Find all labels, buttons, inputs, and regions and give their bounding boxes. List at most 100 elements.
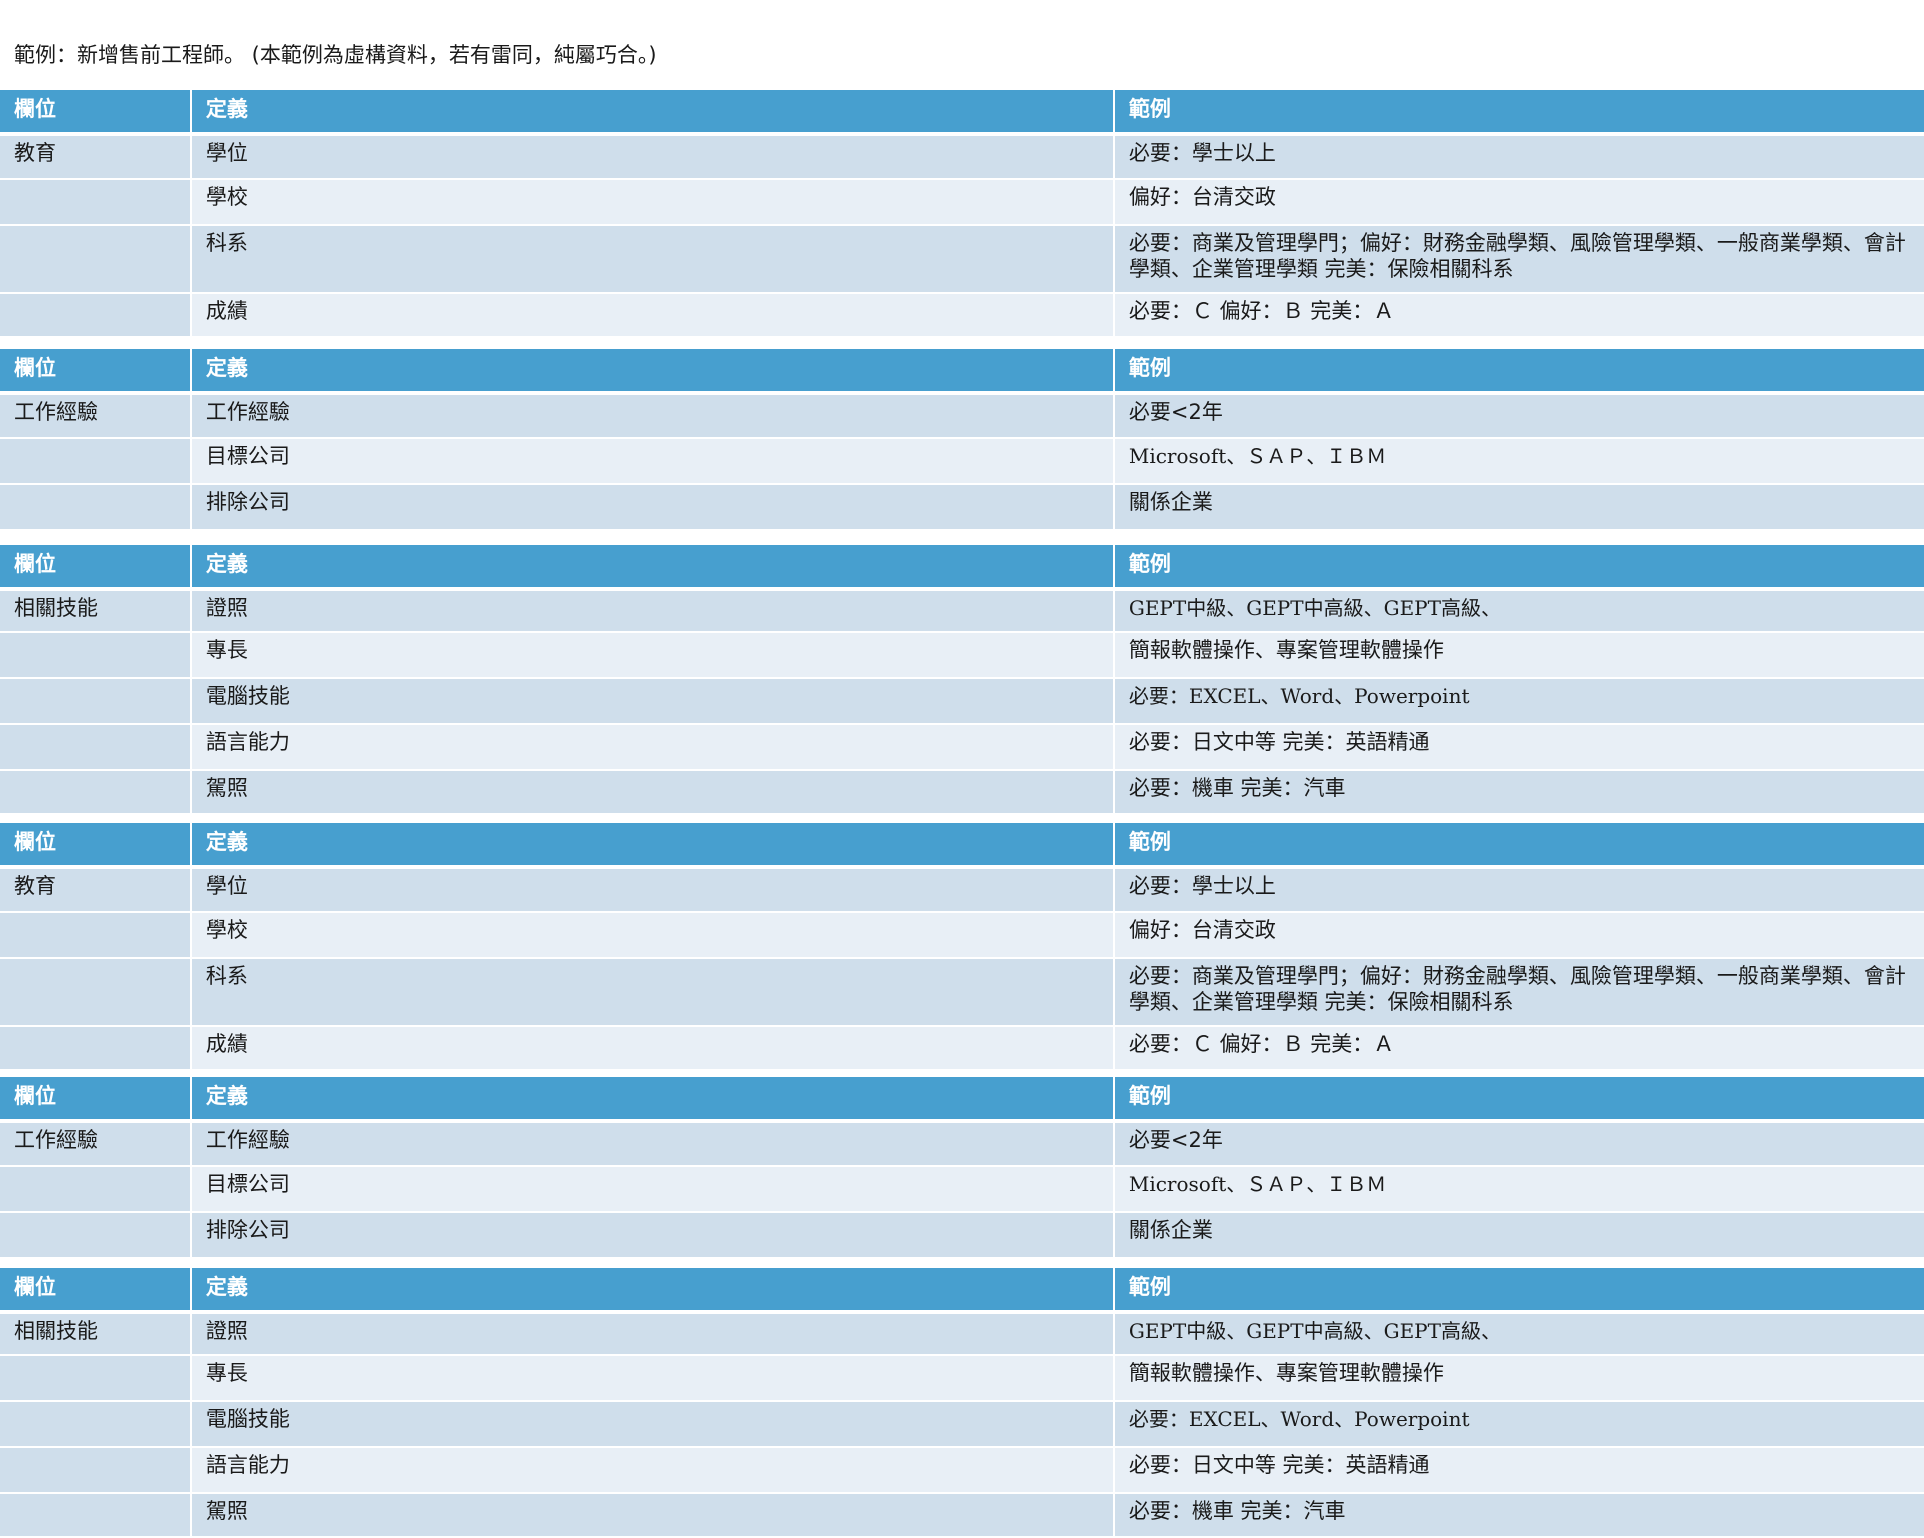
definition-cell: 排除公司	[191, 1213, 1113, 1257]
example-cell: 必要：機車 完美：汽車	[1114, 1494, 1924, 1536]
requirement-table-education-2: 欄位 定義 範例 教育 學位 必要：學士以上 學校 偏好：台清交政 科系 必要：…	[0, 823, 1924, 1071]
example-cell: 關係企業	[1114, 485, 1924, 529]
definition-cell: 科系	[191, 226, 1113, 292]
definition-cell: 電腦技能	[191, 679, 1113, 723]
category-spacer	[0, 1494, 190, 1536]
header-definition: 定義	[191, 545, 1113, 587]
example-cell: 必要：日文中等 完美：英語精通	[1114, 725, 1924, 769]
example-cell: 關係企業	[1114, 1213, 1924, 1257]
table-row: 教育 學位 必要：學士以上	[0, 869, 1924, 911]
example-cell: 偏好：台清交政	[1114, 913, 1924, 957]
header-field: 欄位	[0, 1268, 190, 1310]
example-cell: 必要：EXCEL、Word、Powerpoint	[1114, 1402, 1924, 1446]
category-spacer	[0, 1448, 190, 1492]
header-definition: 定義	[191, 349, 1113, 391]
definition-cell: 科系	[191, 959, 1113, 1025]
header-definition: 定義	[191, 1268, 1113, 1310]
definition-cell: 排除公司	[191, 485, 1113, 529]
table-row: 電腦技能 必要：EXCEL、Word、Powerpoint	[0, 679, 1924, 723]
definition-cell: 學校	[191, 180, 1113, 224]
example-cell: 必要：學士以上	[1114, 136, 1924, 178]
header-definition: 定義	[191, 823, 1113, 865]
header-example: 範例	[1114, 823, 1924, 865]
definition-cell: 學校	[191, 913, 1113, 957]
table-row: 學校 偏好：台清交政	[0, 180, 1924, 224]
table-header-row: 欄位 定義 範例	[0, 1268, 1924, 1310]
category-spacer	[0, 1167, 190, 1211]
table-row: 專長 簡報軟體操作、專案管理軟體操作	[0, 1356, 1924, 1400]
category-spacer	[0, 439, 190, 483]
definition-cell: 專長	[191, 1356, 1113, 1400]
category-label: 工作經驗	[0, 395, 190, 437]
definition-cell: 語言能力	[191, 1448, 1113, 1492]
table-row: 成績 必要：Ｃ 偏好：Ｂ 完美：Ａ	[0, 1027, 1924, 1069]
category-spacer	[0, 180, 190, 224]
header-field: 欄位	[0, 1077, 190, 1119]
header-example: 範例	[1114, 349, 1924, 391]
header-definition: 定義	[191, 90, 1113, 132]
example-cell: 必要：日文中等 完美：英語精通	[1114, 1448, 1924, 1492]
definition-cell: 電腦技能	[191, 1402, 1113, 1446]
table-row: 專長 簡報軟體操作、專案管理軟體操作	[0, 633, 1924, 677]
category-spacer	[0, 771, 190, 813]
example-cell: 必要：商業及管理學門；偏好：財務金融學類、風險管理學類、一般商業學類、會計學類、…	[1114, 959, 1924, 1025]
header-example: 範例	[1114, 90, 1924, 132]
definition-cell: 駕照	[191, 771, 1113, 813]
example-cell: 必要：Ｃ 偏好：Ｂ 完美：Ａ	[1114, 1027, 1924, 1069]
category-spacer	[0, 913, 190, 957]
category-label: 相關技能	[0, 1314, 190, 1354]
header-example: 範例	[1114, 1077, 1924, 1119]
category-spacer	[0, 725, 190, 769]
definition-cell: 成績	[191, 1027, 1113, 1069]
category-spacer	[0, 1356, 190, 1400]
definition-cell: 證照	[191, 1314, 1113, 1354]
table-row: 排除公司 關係企業	[0, 1213, 1924, 1257]
table-header-row: 欄位 定義 範例	[0, 1077, 1924, 1119]
table-row: 語言能力 必要：日文中等 完美：英語精通	[0, 1448, 1924, 1492]
table-row: 科系 必要：商業及管理學門；偏好：財務金融學類、風險管理學類、一般商業學類、會計…	[0, 959, 1924, 1025]
definition-cell: 工作經驗	[191, 1123, 1113, 1165]
category-label: 教育	[0, 136, 190, 178]
category-spacer	[0, 959, 190, 1025]
category-label: 相關技能	[0, 591, 190, 631]
table-row: 教育 學位 必要：學士以上	[0, 136, 1924, 178]
category-spacer	[0, 1213, 190, 1257]
table-row: 工作經驗 工作經驗 必要<2年	[0, 1123, 1924, 1165]
definition-cell: 駕照	[191, 1494, 1113, 1536]
table-header-row: 欄位 定義 範例	[0, 349, 1924, 391]
example-cell: 必要：EXCEL、Word、Powerpoint	[1114, 679, 1924, 723]
example-cell: 必要：商業及管理學門；偏好：財務金融學類、風險管理學類、一般商業學類、會計學類、…	[1114, 226, 1924, 292]
definition-cell: 工作經驗	[191, 395, 1113, 437]
table-row: 科系 必要：商業及管理學門；偏好：財務金融學類、風險管理學類、一般商業學類、會計…	[0, 226, 1924, 292]
definition-cell: 學位	[191, 869, 1113, 911]
example-cell: 簡報軟體操作、專案管理軟體操作	[1114, 1356, 1924, 1400]
header-example: 範例	[1114, 1268, 1924, 1310]
header-example: 範例	[1114, 545, 1924, 587]
definition-cell: 語言能力	[191, 725, 1113, 769]
example-cell: GEPT中級、GEPT中高級、GEPT高級、	[1114, 1314, 1924, 1354]
category-label: 教育	[0, 869, 190, 911]
category-spacer	[0, 1402, 190, 1446]
table-row: 工作經驗 工作經驗 必要<2年	[0, 395, 1924, 437]
category-spacer	[0, 294, 190, 336]
example-cell: Microsoft、ＳＡＰ、ＩＢＭ	[1114, 1167, 1924, 1211]
table-row: 目標公司 Microsoft、ＳＡＰ、ＩＢＭ	[0, 439, 1924, 483]
definition-cell: 目標公司	[191, 1167, 1113, 1211]
definition-cell: 證照	[191, 591, 1113, 631]
table-row: 排除公司 關係企業	[0, 485, 1924, 529]
definition-cell: 專長	[191, 633, 1113, 677]
definition-cell: 目標公司	[191, 439, 1113, 483]
category-spacer	[0, 226, 190, 292]
table-row: 學校 偏好：台清交政	[0, 913, 1924, 957]
table-row: 成績 必要：Ｃ 偏好：Ｂ 完美：Ａ	[0, 294, 1924, 336]
definition-cell: 學位	[191, 136, 1113, 178]
example-cell: 必要<2年	[1114, 1123, 1924, 1165]
header-field: 欄位	[0, 349, 190, 391]
table-row: 語言能力 必要：日文中等 完美：英語精通	[0, 725, 1924, 769]
requirement-table-education: 欄位 定義 範例 教育 學位 必要：學士以上 學校 偏好：台清交政 科系 必要：…	[0, 90, 1924, 338]
example-cell: 簡報軟體操作、專案管理軟體操作	[1114, 633, 1924, 677]
table-row: 目標公司 Microsoft、ＳＡＰ、ＩＢＭ	[0, 1167, 1924, 1211]
example-cell: 必要：機車 完美：汽車	[1114, 771, 1924, 813]
table-header-row: 欄位 定義 範例	[0, 545, 1924, 587]
category-label: 工作經驗	[0, 1123, 190, 1165]
